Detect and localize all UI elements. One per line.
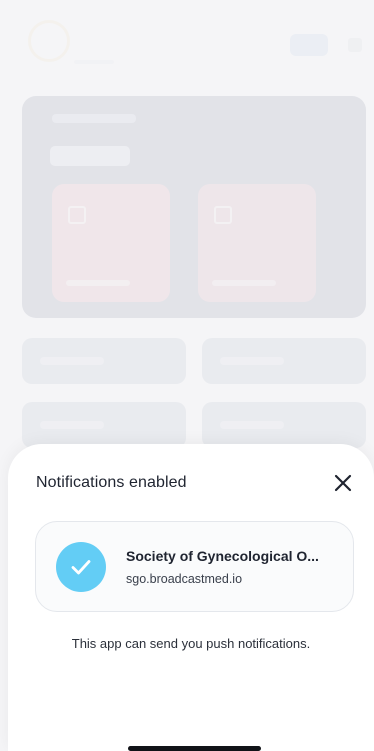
permission-note: This app can send you push notifications… bbox=[71, 636, 311, 651]
sheet-title: Notifications enabled bbox=[36, 474, 187, 491]
home-indicator[interactable] bbox=[128, 746, 261, 751]
notifications-sheet: Notifications enabled Society of Gynecol… bbox=[8, 444, 374, 751]
check-icon bbox=[71, 560, 91, 575]
close-icon bbox=[334, 474, 352, 492]
app-card: Society of Gynecological O... sgo.broadc… bbox=[35, 521, 354, 612]
status-badge bbox=[56, 542, 106, 592]
app-domain: sgo.broadcastmed.io bbox=[126, 572, 243, 586]
close-button[interactable] bbox=[330, 470, 356, 496]
app-name: Society of Gynecological O... bbox=[126, 548, 319, 564]
